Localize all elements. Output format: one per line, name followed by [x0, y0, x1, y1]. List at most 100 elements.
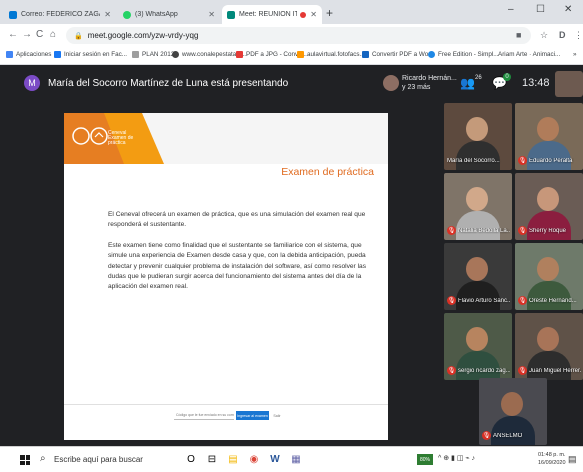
- reload-button[interactable]: C: [36, 29, 43, 40]
- slide-paragraph: El Ceneval ofrecerá un examen de práctic…: [108, 211, 366, 229]
- tab-meet[interactable]: Meet: REUNION IT ACAPUL ✕: [222, 5, 322, 24]
- profile-icon[interactable]: D: [559, 30, 566, 40]
- meet-window: M María del Socorro Martínez de Luna est…: [0, 65, 583, 446]
- shared-slide: Ceneval Examen de práctica Examen de prá…: [64, 113, 388, 440]
- logo-line: práctica: [108, 140, 126, 146]
- participant-video: [456, 211, 500, 240]
- facebook-icon: [54, 51, 61, 58]
- mic-muted-icon: 🎙: [518, 296, 527, 305]
- bookmark-label: Ariam Arte · Animaci...: [498, 51, 561, 58]
- new-tab-button[interactable]: +: [326, 6, 333, 20]
- search-icon[interactable]: ⌕: [40, 453, 46, 464]
- bookmark-item[interactable]: aulavirtual.fotofacs...: [297, 51, 365, 58]
- participant-video: [537, 117, 559, 141]
- star-icon[interactable]: ☆: [540, 30, 548, 41]
- participant-tile[interactable]: 🎙 Eduardo Peralta: [515, 103, 583, 170]
- tab-whatsapp[interactable]: (3) WhatsApp ✕: [118, 5, 220, 24]
- participant-tile[interactable]: 🎙 Sherry Roque: [515, 173, 583, 240]
- bookmarks-more-button[interactable]: »: [573, 51, 577, 58]
- address-bar[interactable]: 🔒 meet.google.com/yzw-vrdy-yqg: [66, 27, 531, 44]
- back-button[interactable]: ←: [8, 29, 18, 40]
- bookmark-icon: [428, 51, 435, 58]
- divider: [64, 404, 388, 405]
- pdf-icon: [236, 51, 243, 58]
- bookmark-item[interactable]: Convertir PDF a Wo...: [362, 51, 433, 58]
- mic-muted-icon: 🎙: [518, 226, 527, 235]
- presenting-banner: María del Socorro Martínez de Luna está …: [48, 78, 289, 89]
- windows-taskbar: ⌕ Escribe aquí para buscar O ⊟ ▤ ◉ W ▦ 8…: [0, 446, 583, 472]
- chat-badge: 0: [503, 73, 511, 81]
- close-icon[interactable]: ✕: [208, 10, 215, 19]
- word-icon[interactable]: W: [268, 452, 282, 466]
- participant-name: sergio ricardo zag...: [458, 368, 510, 374]
- participant-video: [537, 327, 559, 351]
- participant-name: Juan Miguel Herrer...: [529, 368, 581, 374]
- teams-icon[interactable]: ▦: [289, 452, 303, 466]
- participant-tile[interactable]: 🎙 ANSELMO: [479, 378, 547, 445]
- people-icon[interactable]: 👥: [460, 76, 475, 90]
- close-icon[interactable]: ✕: [310, 10, 317, 19]
- participant-video: [491, 416, 535, 445]
- notification-icon[interactable]: ▤: [568, 454, 577, 465]
- participant-video: [466, 257, 488, 281]
- bookmarks-bar: Aplicaciones Iniciar sesión en Fac... PL…: [0, 48, 583, 65]
- forward-button[interactable]: →: [22, 29, 32, 40]
- slide-title: Examen de práctica: [281, 166, 374, 178]
- bookmark-item[interactable]: Ariam Arte · Animaci...: [498, 51, 560, 58]
- menu-icon[interactable]: ⋮: [574, 30, 583, 41]
- clock-date: 16/09/2020: [538, 460, 566, 466]
- file-explorer-icon[interactable]: ▤: [226, 452, 240, 466]
- presenter-avatar: M: [24, 75, 40, 91]
- self-view-thumbnail[interactable]: [555, 71, 583, 97]
- bookmark-item[interactable]: Iniciar sesión en Fac...: [54, 51, 127, 58]
- bookmark-icon: [297, 51, 304, 58]
- tab-label: (3) WhatsApp: [135, 11, 178, 18]
- camera-icon[interactable]: ■: [516, 30, 521, 40]
- tab-label: Correo: FEDERICO ZAGAL LEÓN: [21, 11, 100, 18]
- exit-button: Salir: [273, 413, 281, 418]
- lock-icon: 🔒: [74, 32, 83, 40]
- tab-label: Meet: REUNION IT ACAPUL: [239, 11, 298, 18]
- recording-dot-icon: [300, 11, 307, 18]
- screen: Correo: FEDERICO ZAGAL LEÓN ✕ (3) WhatsA…: [0, 0, 583, 472]
- bookmark-item[interactable]: Free Edition - Simpl...: [428, 51, 499, 58]
- chrome-icon[interactable]: ◉: [247, 452, 261, 466]
- participant-tile[interactable]: María del Socorro...: [444, 103, 512, 170]
- participant-tile[interactable]: 🎙 Flavio Arturo Sánc...: [444, 243, 512, 310]
- participant-tile[interactable]: 🎙 Natalia Bedolla La...: [444, 173, 512, 240]
- minimize-button[interactable]: –: [508, 4, 514, 15]
- participant-video: [537, 187, 559, 211]
- participant-video: [527, 351, 571, 380]
- maximize-button[interactable]: ☐: [536, 4, 545, 15]
- participant-tile[interactable]: 🎙 Oreste Hernánd...: [515, 243, 583, 310]
- mic-muted-icon: 🎙: [482, 431, 491, 440]
- participant-tile[interactable]: 🎙 sergio ricardo zag...: [444, 313, 512, 380]
- tab-mail[interactable]: Correo: FEDERICO ZAGAL LEÓN ✕: [4, 5, 116, 24]
- code-input: Código que le fue enviado en su correo: [174, 410, 234, 420]
- windows-start-icon[interactable]: [20, 455, 30, 465]
- participants-count: 26: [475, 75, 482, 81]
- participant-video: [527, 211, 571, 240]
- bookmark-label: PLAN 2012: [142, 51, 175, 58]
- battery-badge[interactable]: 80%: [417, 454, 433, 465]
- bookmark-label: Aplicaciones: [16, 51, 52, 58]
- bookmark-icon: [172, 51, 179, 58]
- participant-tile[interactable]: 🎙 Juan Miguel Herrer...: [515, 313, 583, 380]
- bookmark-item[interactable]: PLAN 2012: [132, 51, 174, 58]
- participant-name: Eduardo Peralta: [529, 158, 573, 164]
- logo-caption: Ceneval Examen de práctica: [108, 131, 133, 146]
- close-icon[interactable]: ✕: [104, 10, 111, 19]
- participant-video: [527, 141, 571, 170]
- cortana-icon[interactable]: O: [184, 452, 198, 466]
- system-tray-icons[interactable]: ^ ⊕ ▮ ◫ ⌁ ♪: [438, 454, 475, 462]
- close-window-button[interactable]: ✕: [564, 4, 572, 15]
- task-view-icon[interactable]: ⊟: [205, 452, 219, 466]
- participant-video: [456, 141, 500, 170]
- participant-video: [501, 392, 523, 416]
- taskbar-search-box[interactable]: Escribe aquí para buscar: [54, 455, 143, 464]
- participant-name: Oreste Hernánd...: [529, 298, 577, 304]
- home-button[interactable]: ⌂: [50, 29, 56, 40]
- bookmark-item[interactable]: Aplicaciones: [6, 51, 51, 58]
- header-participant-summary[interactable]: Ricardo Hernán... y 23 más: [402, 74, 457, 92]
- taskbar-clock[interactable]: 01:48 p. m. 16/09/2020: [538, 451, 566, 467]
